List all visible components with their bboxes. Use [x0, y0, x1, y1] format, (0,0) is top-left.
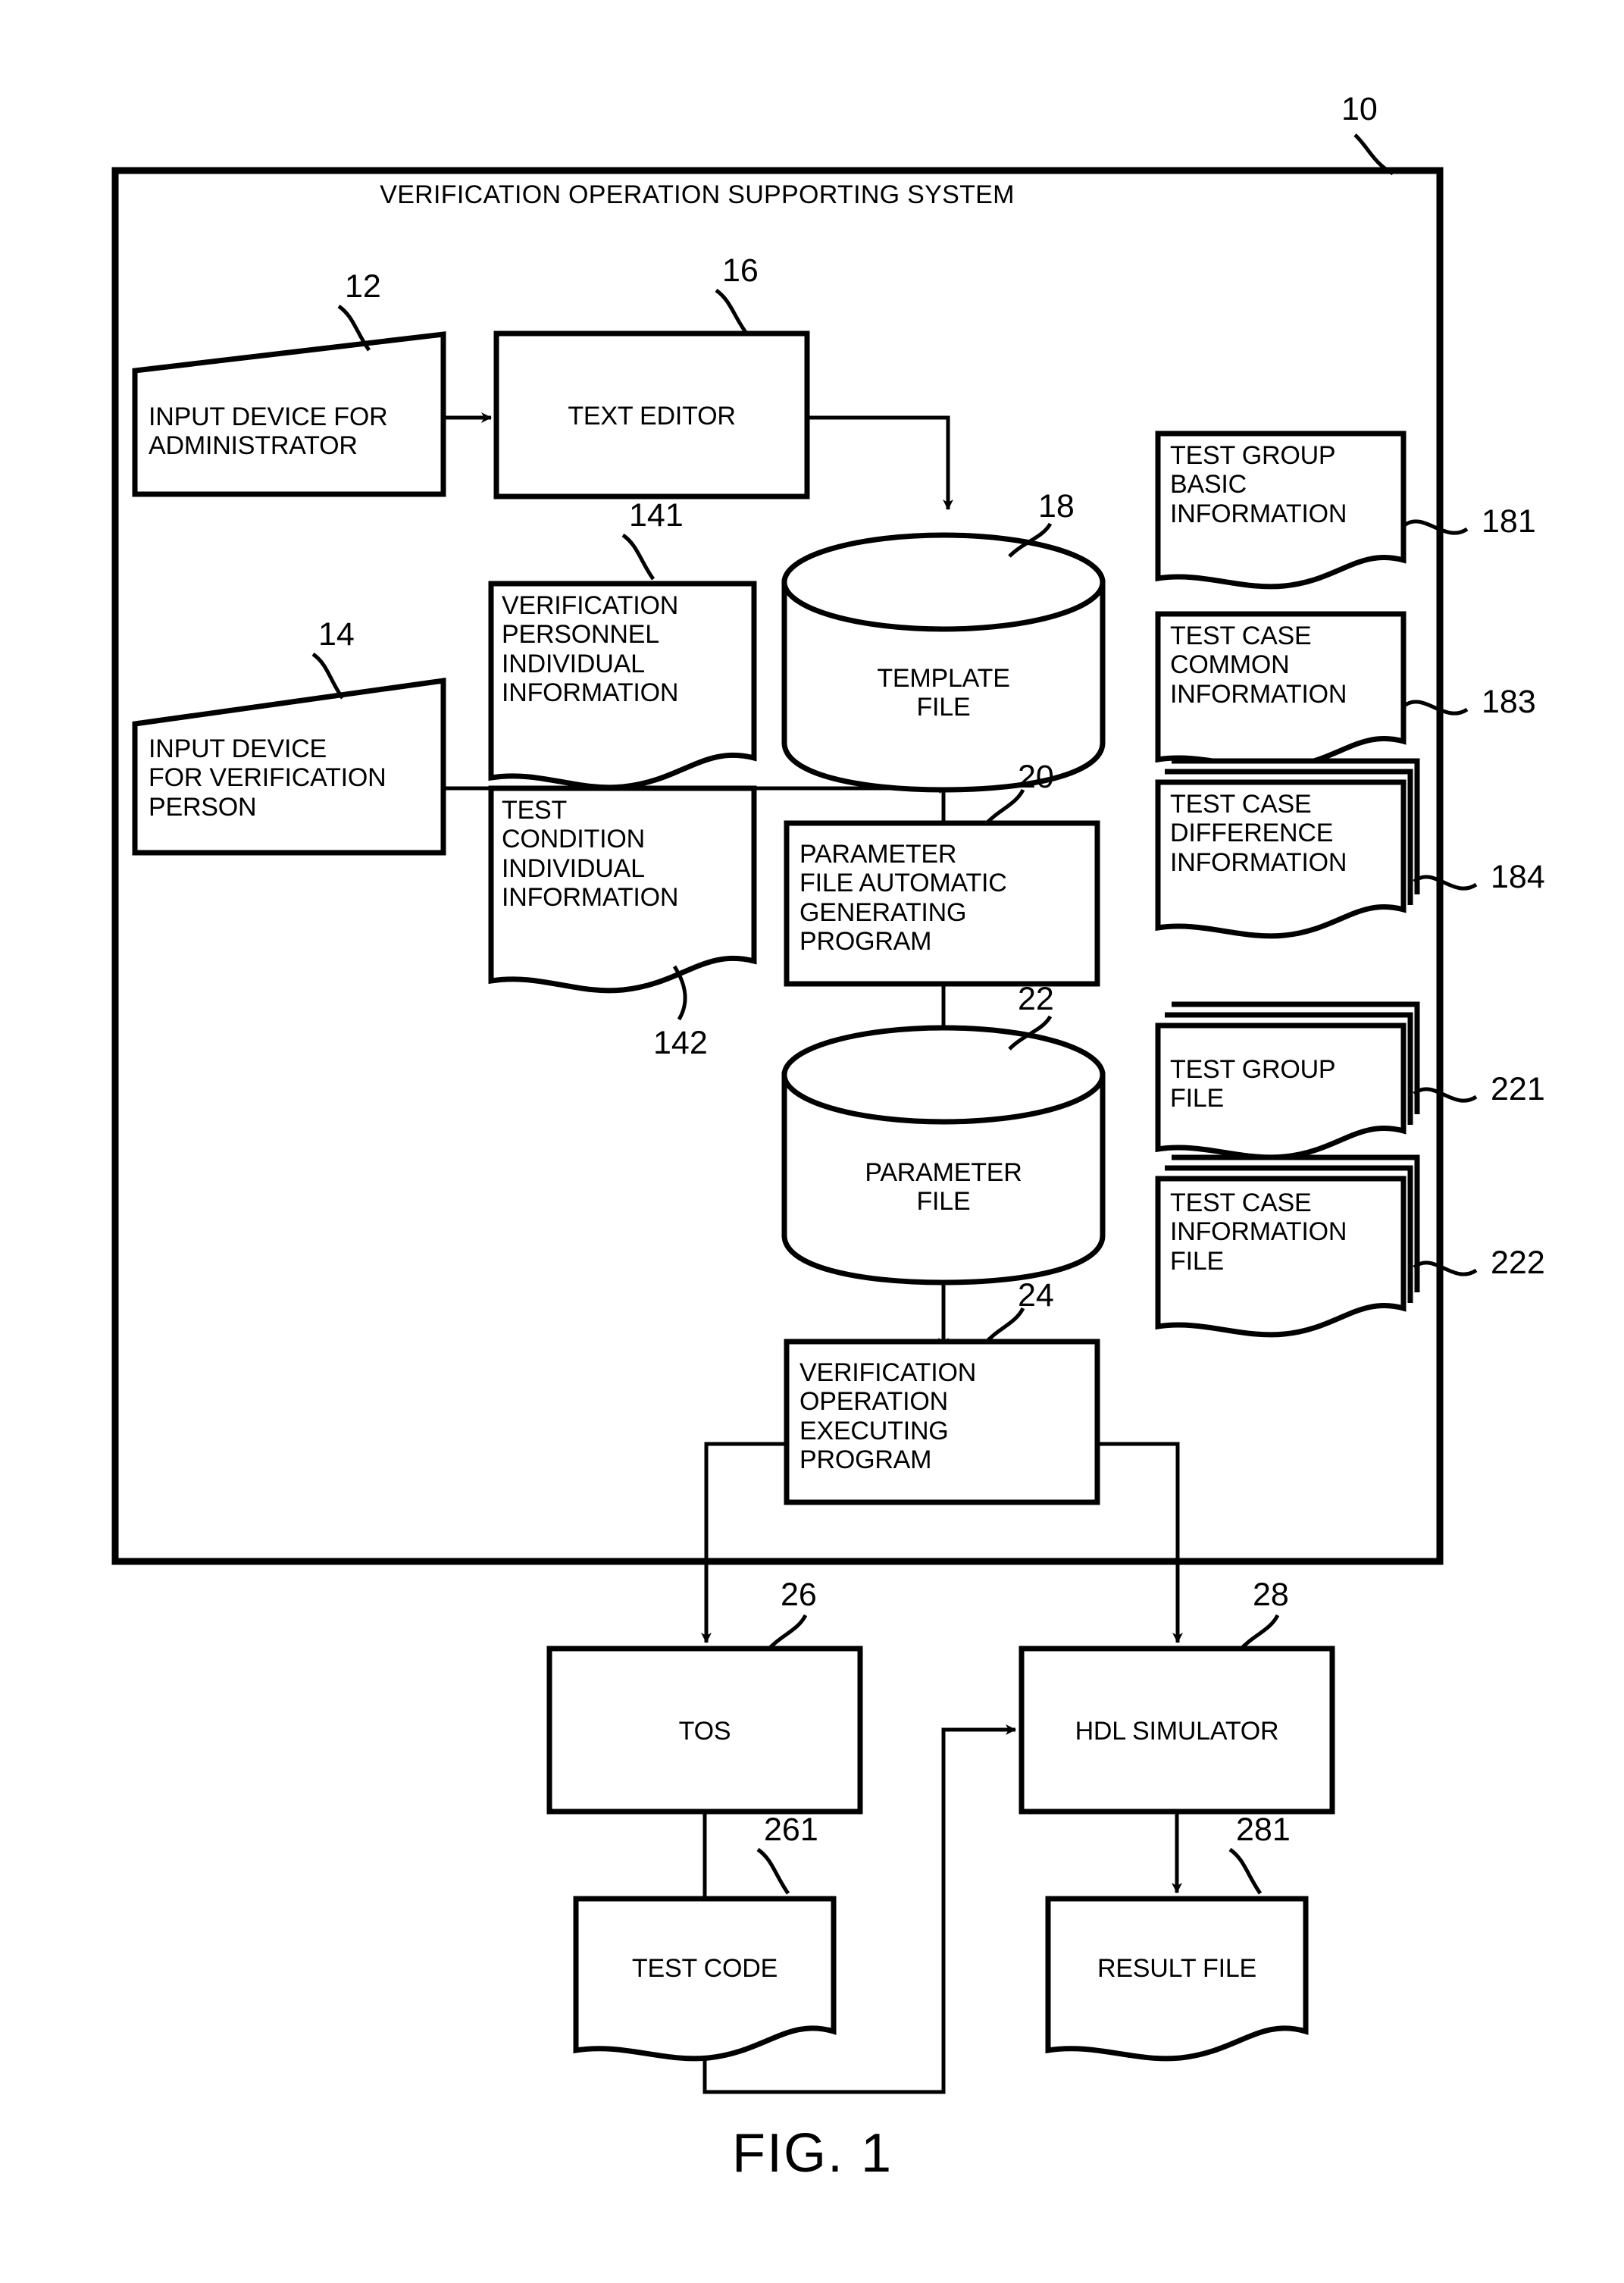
ref-label-222: 222 [1491, 1245, 1545, 1281]
ref-leader-26 [766, 1614, 808, 1652]
ref-label-26: 26 [781, 1577, 817, 1613]
ref-label-22: 22 [1018, 981, 1054, 1017]
test-code-label: TEST CODE [631, 1954, 778, 1983]
parameter-file-label: PARAMETER FILE [865, 1158, 1022, 1217]
ref-label-18: 18 [1038, 488, 1075, 525]
template-file-label: TEMPLATE FILE [877, 664, 1010, 722]
ref-label-10: 10 [1341, 91, 1378, 127]
tos-label: TOS [678, 1717, 731, 1746]
ref-label-12: 12 [345, 268, 381, 305]
ref-label-261: 261 [764, 1812, 818, 1848]
ref-label-184: 184 [1491, 859, 1545, 895]
test-group-file-label: TEST GROUP FILE [1170, 1055, 1336, 1113]
ref-label-181: 181 [1482, 503, 1536, 540]
patent-figure: VERIFICATION OPERATION SUPPORTING SYSTEM… [0, 0, 1624, 2283]
ref-label-16: 16 [722, 252, 759, 289]
figure-caption: FIG. 1 [731, 2123, 893, 2184]
ref-leader-28 [1238, 1614, 1280, 1652]
ref-label-221: 221 [1491, 1071, 1545, 1107]
result-file-label: RESULT FILE [1097, 1954, 1257, 1983]
parameter-file-top [781, 1025, 1106, 1125]
input-device-admin-label: INPUT DEVICE FOR ADMINISTRATOR [149, 402, 388, 461]
ref-label-28: 28 [1253, 1577, 1289, 1613]
hdl-simulator-label: HDL SIMULATOR [1075, 1717, 1279, 1746]
test-group-basic-info-label: TEST GROUP BASIC INFORMATION [1170, 441, 1347, 528]
figure-linework [111, 133, 1478, 2094]
system-title: VERIFICATION OPERATION SUPPORTING SYSTEM [380, 180, 1015, 209]
ref-label-14: 14 [318, 616, 355, 653]
text-editor-label: TEXT EDITOR [568, 402, 736, 431]
input-device-verifier-label: INPUT DEVICE FOR VERIFICATION PERSON [149, 734, 386, 822]
test-case-common-info-label: TEST CASE COMMON INFORMATION [1170, 622, 1347, 709]
ref-label-183: 183 [1482, 684, 1536, 720]
template-file-top [781, 532, 1106, 632]
ref-label-20: 20 [1018, 759, 1054, 795]
ref-label-281: 281 [1236, 1812, 1291, 1848]
ref-label-141: 141 [629, 497, 684, 534]
ref-label-142: 142 [653, 1025, 708, 1061]
test-case-difference-info-label: TEST CASE DIFFERENCE INFORMATION [1170, 790, 1347, 877]
verification-executor-label: VERIFICATION OPERATION EXECUTING PROGRAM [799, 1358, 977, 1475]
ref-leader-261 [756, 1847, 790, 1895]
verification-personnel-info-label: VERIFICATION PERSONNEL INDIVIDUAL INFORM… [502, 591, 679, 708]
ref-leader-281 [1228, 1847, 1263, 1895]
parameter-generator-label: PARAMETER FILE AUTOMATIC GENERATING PROG… [799, 840, 1007, 957]
ref-label-24: 24 [1018, 1277, 1054, 1314]
test-condition-info-label: TEST CONDITION INDIVIDUAL INFORMATION [502, 796, 679, 913]
test-case-info-file-label: TEST CASE INFORMATION FILE [1170, 1188, 1347, 1276]
